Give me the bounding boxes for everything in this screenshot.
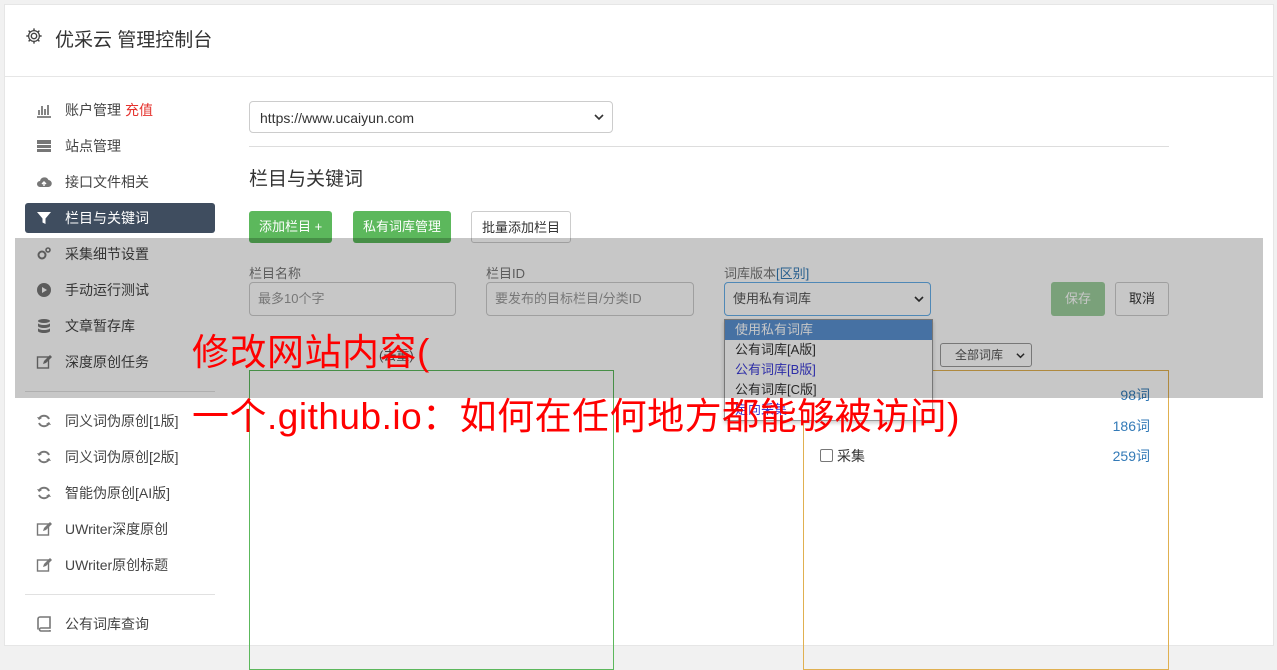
sidebar-item-label: 公有词库查询: [65, 616, 149, 632]
sidebar-item-public-lib[interactable]: 公有词库查询: [25, 609, 215, 639]
sidebar-item-synonym-v2[interactable]: 同义词伪原创[2版]: [25, 442, 215, 472]
sidebar-item-label: 智能伪原创[AI版]: [65, 485, 171, 501]
sidebar-item-label: UWriter原创标题: [65, 557, 169, 573]
filter-icon: [37, 212, 51, 224]
edit-icon: [36, 558, 52, 572]
lib-label: 采集: [837, 448, 865, 464]
refresh-icon: [37, 486, 51, 500]
bar-chart-icon: [37, 105, 51, 118]
sidebar-item-label: 栏目与关键词: [65, 210, 149, 226]
site-select[interactable]: https://www.ucaiyun.com: [249, 101, 613, 133]
sidebar-item-label: 同义词伪原创[1版]: [65, 413, 179, 429]
sidebar-divider: [25, 594, 215, 595]
sidebar-item-label: 账户管理: [65, 102, 121, 118]
checkbox[interactable]: [820, 449, 833, 462]
recharge-link[interactable]: 充值: [125, 102, 153, 118]
edit-icon: [36, 522, 52, 536]
sidebar-item-synonym-v1[interactable]: 同义词伪原创[1版]: [25, 406, 215, 436]
site-select-value: https://www.ucaiyun.com: [260, 110, 415, 126]
divider: [249, 146, 1169, 147]
lib-count: 259词: [1112, 448, 1150, 464]
sidebar-item-label: 同义词伪原创[2版]: [65, 449, 179, 465]
chevron-down-icon: [594, 114, 604, 121]
page-title: 优采云 管理控制台: [55, 30, 213, 51]
sidebar-item-ai-rewrite[interactable]: 智能伪原创[AI版]: [25, 478, 215, 508]
watermark-line2: 一个.github.io：如何在任何地方都能够被访问): [192, 396, 960, 437]
sidebar-item-uwriter-title[interactable]: UWriter原创标题: [25, 550, 215, 580]
list-item[interactable]: 采集 259词: [820, 446, 1150, 466]
watermark-line1: 修改网站内容(: [192, 332, 430, 373]
lib-count: 186词: [1112, 418, 1150, 434]
sidebar-item-label: UWriter深度原创: [65, 521, 169, 537]
book-icon: [37, 616, 51, 632]
sidebar-item-account[interactable]: 账户管理 充值: [25, 95, 215, 125]
refresh-icon: [37, 414, 51, 428]
gear-icon: [26, 28, 42, 44]
sidebar-item-label: 接口文件相关: [65, 174, 149, 190]
server-icon: [37, 140, 51, 152]
section-title: 栏目与关键词: [249, 169, 364, 190]
sidebar-item-sites[interactable]: 站点管理: [25, 131, 215, 161]
refresh-icon: [37, 450, 51, 464]
sidebar-item-label: 站点管理: [65, 138, 121, 154]
sidebar-item-interface[interactable]: 接口文件相关: [25, 167, 215, 197]
sidebar-item-columns[interactable]: 栏目与关键词: [25, 203, 215, 233]
cloud-upload-icon: [37, 177, 52, 188]
header: 优采云 管理控制台: [5, 5, 1273, 77]
sidebar-item-uwriter-deep[interactable]: UWriter深度原创: [25, 514, 215, 544]
